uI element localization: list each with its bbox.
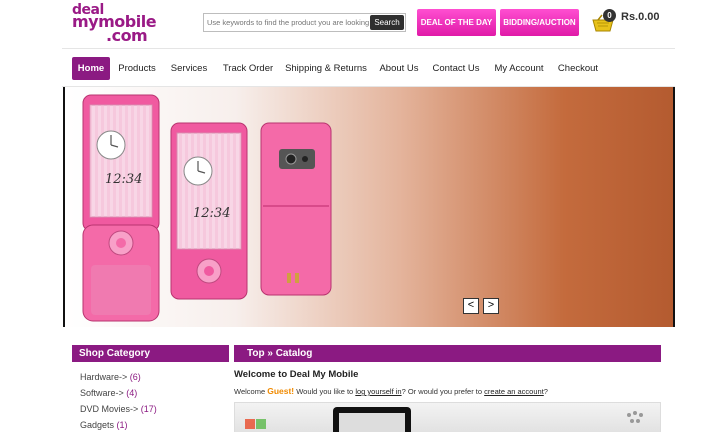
nav-checkout[interactable]: Checkout xyxy=(554,57,602,80)
promo-banner xyxy=(234,402,661,432)
nav-contact-us[interactable]: Contact Us xyxy=(429,57,483,80)
deal-of-the-day-button[interactable]: DEAL OF THE DAY xyxy=(417,9,496,36)
nav-products[interactable]: Products xyxy=(114,57,160,80)
cart-count-badge: 0 xyxy=(603,9,616,22)
nav-track-order[interactable]: Track Order xyxy=(218,57,278,80)
category-list: Hardware-> (6) Software-> (4) DVD Movies… xyxy=(80,369,230,432)
banner-next-button[interactable]: > xyxy=(483,298,499,314)
welcome-text-mid: Would you like to xyxy=(296,387,354,396)
category-count: (4) xyxy=(126,388,138,398)
breadcrumb: Top » Catalog xyxy=(234,345,661,362)
guest-label: Guest! xyxy=(267,386,295,396)
welcome-title: Welcome to Deal My Mobile xyxy=(234,369,359,380)
nav-my-account[interactable]: My Account xyxy=(490,57,548,80)
category-count: (17) xyxy=(140,404,157,414)
cart-widget[interactable]: 0 Rs.0.00 xyxy=(592,8,672,36)
site-logo[interactable]: deal mymobile .com xyxy=(72,2,172,46)
pink-phones-image: 12:34 12:34 xyxy=(82,94,332,322)
category-item-hardware[interactable]: Hardware-> (6) xyxy=(80,369,230,385)
hero-banner: 12:34 12:34 < > xyxy=(63,87,675,327)
category-label: Gadgets xyxy=(80,420,115,430)
category-item-dvd-movies[interactable]: DVD Movies-> (17) xyxy=(80,401,230,417)
category-item-gadgets[interactable]: Gadgets (1) xyxy=(80,417,230,432)
search-button[interactable]: Search xyxy=(370,15,404,30)
promo-devices-image xyxy=(245,407,643,432)
welcome-text-or: ? Or would you prefer to xyxy=(401,387,483,396)
category-label: DVD Movies-> xyxy=(80,404,139,414)
welcome-text-end: ? xyxy=(543,387,548,396)
welcome-prefix: Welcome xyxy=(234,387,266,396)
site-header: deal mymobile .com Search DEAL OF THE DA… xyxy=(0,0,720,48)
shop-category-heading: Shop Category xyxy=(72,345,229,362)
nav-about-us[interactable]: About Us xyxy=(374,57,424,80)
login-link[interactable]: log yourself in xyxy=(355,387,401,396)
banner-prev-button[interactable]: < xyxy=(463,298,479,314)
category-label: Hardware-> xyxy=(80,372,128,382)
banner-clock-text: 12:34 xyxy=(193,206,230,221)
category-label: Software-> xyxy=(80,388,124,398)
search-box: Search xyxy=(203,13,406,32)
bidding-auction-button[interactable]: BIDDING/AUCTION xyxy=(500,9,579,36)
cart-total: Rs.0.00 xyxy=(621,11,660,23)
nav-shipping-returns[interactable]: Shipping & Returns xyxy=(284,57,368,80)
nav-home[interactable]: Home xyxy=(72,57,110,80)
welcome-message: Welcome Guest! Would you like to log you… xyxy=(234,386,548,396)
logo-text-com: .com xyxy=(106,26,148,45)
search-input[interactable] xyxy=(205,15,369,30)
svg-text:12:34: 12:34 xyxy=(105,172,142,187)
category-count: (1) xyxy=(116,420,128,430)
create-account-link[interactable]: create an account xyxy=(484,387,544,396)
nav-services[interactable]: Services xyxy=(166,57,212,80)
category-count: (6) xyxy=(129,372,141,382)
main-nav: Home Products Services Track Order Shipp… xyxy=(62,48,675,87)
category-item-software[interactable]: Software-> (4) xyxy=(80,385,230,401)
